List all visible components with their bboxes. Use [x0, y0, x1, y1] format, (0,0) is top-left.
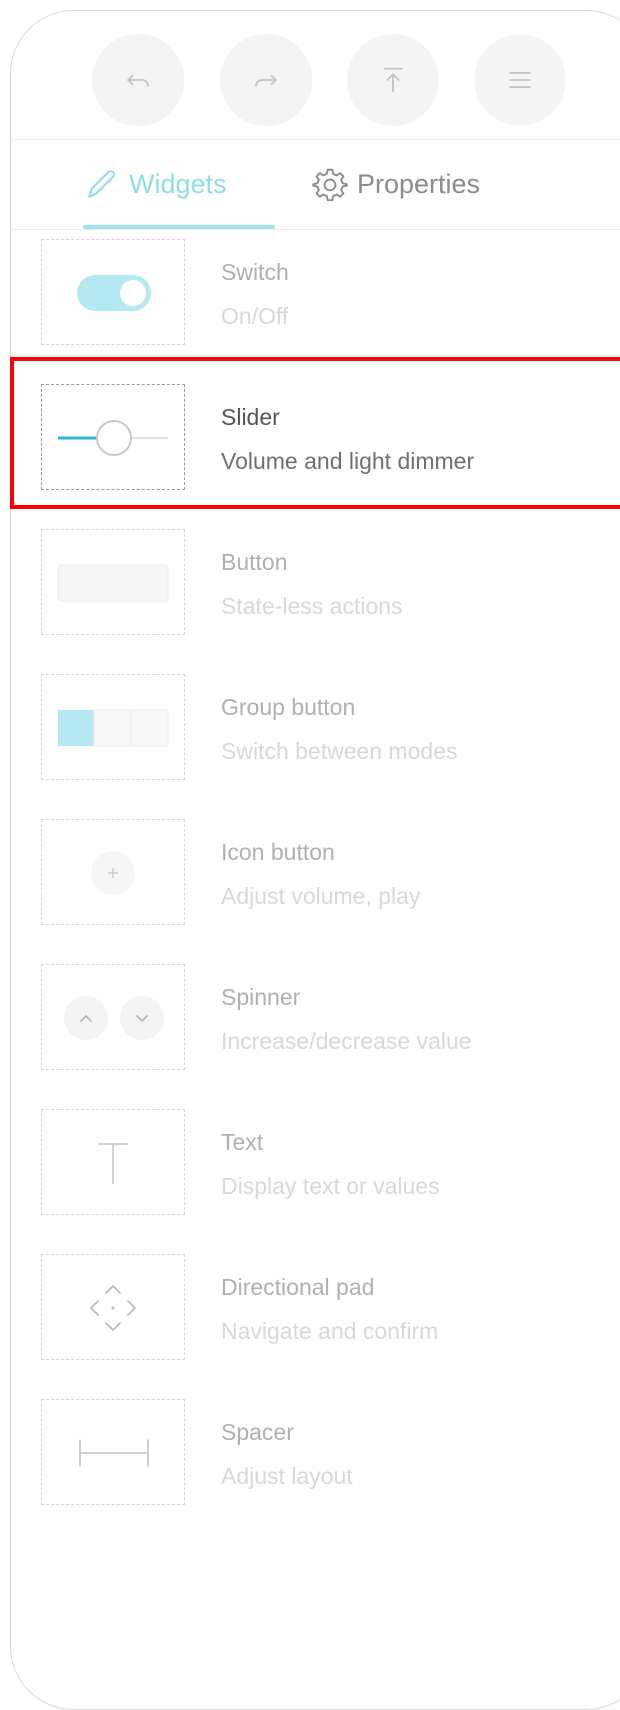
widget-preview [41, 239, 185, 345]
widget-panel: Widgets Properties Switch On/Off Slider … [10, 10, 620, 1710]
widget-title: Slider [221, 404, 280, 430]
widget-item-text[interactable]: Text Display text or values [11, 1109, 620, 1219]
text-icon [98, 1143, 128, 1184]
widget-item-spinner[interactable]: Spinner Increase/decrease value [11, 964, 620, 1074]
plus-icon [91, 851, 135, 895]
pencil-icon [88, 170, 116, 198]
toolbar [11, 11, 620, 140]
widget-title: Directional pad [221, 1274, 375, 1300]
widget-item-icon-button[interactable]: Icon button Adjust volume, play [11, 819, 620, 929]
widget-preview [41, 529, 185, 635]
gear-icon [312, 168, 348, 202]
widget-subtitle: Navigate and confirm [221, 1318, 439, 1344]
undo-icon [127, 74, 149, 87]
widget-item-spacer[interactable]: Spacer Adjust layout [11, 1399, 620, 1509]
widget-title: Group button [221, 694, 356, 720]
widget-subtitle: Volume and light dimmer [221, 448, 475, 474]
widget-subtitle: Switch between modes [221, 738, 458, 764]
widget-subtitle: On/Off [221, 303, 289, 329]
widget-preview [41, 674, 185, 780]
widget-title: Icon button [221, 839, 335, 865]
widget-subtitle: Adjust volume, play [221, 883, 421, 909]
widget-subtitle: Display text or values [221, 1173, 440, 1199]
widget-preview [41, 964, 185, 1070]
redo-icon [255, 74, 277, 87]
menu-button[interactable] [474, 34, 566, 126]
upload-button[interactable] [347, 34, 439, 126]
group-button-icon [58, 709, 169, 747]
widget-preview [41, 819, 185, 925]
tab-bar: Widgets Properties [11, 139, 620, 230]
undo-button[interactable] [92, 34, 184, 126]
widget-item-switch[interactable]: Switch On/Off [11, 239, 620, 349]
menu-icon [509, 71, 531, 89]
redo-button[interactable] [220, 34, 312, 126]
upload-icon [383, 67, 403, 93]
widget-preview [41, 1109, 185, 1215]
tab-widgets-label: Widgets [129, 168, 227, 199]
widget-title: Spinner [221, 984, 301, 1010]
widget-item-group-button[interactable]: Group button Switch between modes [11, 674, 620, 784]
button-icon [57, 564, 169, 602]
tab-properties[interactable]: Properties [311, 139, 480, 229]
widget-subtitle: State-less actions [221, 593, 403, 619]
widget-title: Spacer [221, 1419, 294, 1445]
widget-preview [41, 384, 185, 490]
spinner-icon [64, 996, 164, 1040]
widget-title: Button [221, 549, 288, 575]
widget-title: Text [221, 1129, 264, 1155]
tab-widgets[interactable]: Widgets [83, 139, 227, 229]
widget-subtitle: Adjust layout [221, 1463, 353, 1489]
widget-title: Switch [221, 259, 289, 285]
widget-preview [41, 1254, 185, 1360]
widget-preview [41, 1399, 185, 1505]
directional-pad-icon [90, 1285, 136, 1331]
widget-subtitle: Increase/decrease value [221, 1028, 472, 1054]
tab-properties-label: Properties [357, 168, 481, 199]
slider-icon [58, 420, 168, 456]
toggle-switch-icon [77, 275, 151, 311]
widget-item-button[interactable]: Button State-less actions [11, 529, 620, 639]
active-tab-indicator [83, 225, 275, 229]
widget-item-slider[interactable]: Slider Volume and light dimmer [11, 384, 620, 494]
widget-item-directional-pad[interactable]: Directional pad Navigate and confirm [11, 1254, 620, 1364]
spacer-icon [79, 1439, 149, 1467]
